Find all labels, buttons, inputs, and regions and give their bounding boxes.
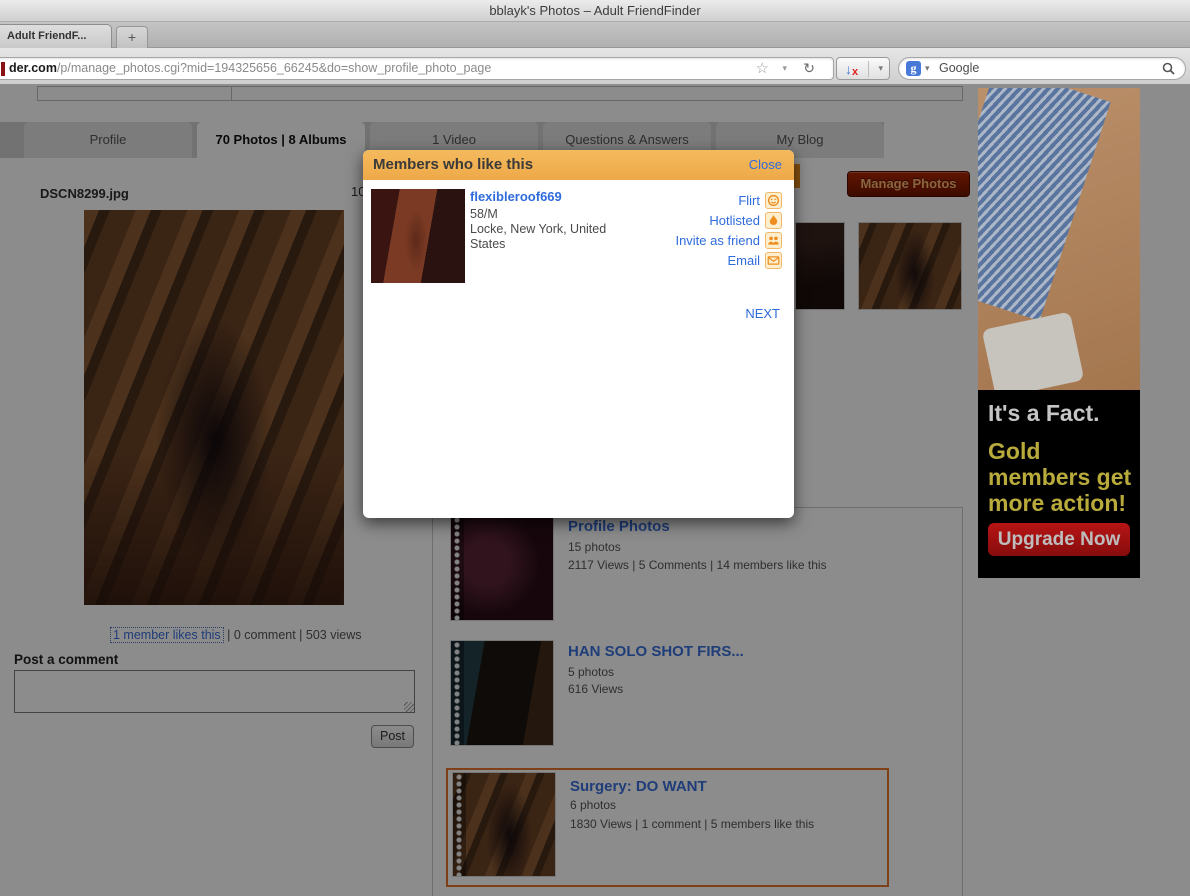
modal-backdrop (1140, 85, 1190, 896)
window-titlebar: bblayk's Photos – Adult FriendFinder (0, 0, 1190, 22)
flirt-action[interactable]: Flirt (675, 190, 782, 210)
search-input[interactable]: g ▾ Google (898, 57, 1186, 80)
search-magnifier-icon[interactable] (1162, 62, 1175, 75)
new-tab-button[interactable]: + (116, 26, 148, 48)
site-favicon-icon (1, 62, 5, 76)
plus-icon: + (128, 29, 136, 45)
download-blocked-x-icon: x (852, 65, 858, 79)
invite-as-friend-link[interactable]: Invite as friend (675, 233, 760, 248)
email-action[interactable]: Email (675, 250, 782, 270)
download-arrow-icon: ↓ (845, 59, 852, 79)
member-photo[interactable] (371, 189, 465, 283)
download-dropdown-icon[interactable]: ▾ (878, 58, 883, 79)
next-link[interactable]: NEXT (745, 306, 780, 321)
invite-friend-action[interactable]: Invite as friend (675, 230, 782, 250)
bookmark-star-icon[interactable]: ☆ (756, 58, 769, 79)
envelope-icon[interactable] (765, 252, 782, 269)
member-actions: Flirt Hotlisted Invite as friend Email (675, 190, 782, 270)
reload-icon[interactable]: ↻ (803, 58, 815, 79)
modal-backdrop (978, 578, 1140, 896)
member-username-link[interactable]: flexibleroof669 (470, 189, 620, 204)
browser-tab[interactable]: Adult FriendF... (0, 24, 112, 48)
hotlist-action[interactable]: Hotlisted (675, 210, 782, 230)
modal-title: Members who like this (373, 150, 533, 180)
window-title: bblayk's Photos – Adult FriendFinder (489, 3, 700, 18)
download-button[interactable]: ↓ x ▾ (836, 57, 890, 80)
divider (868, 61, 869, 77)
search-engine-dropdown-icon[interactable]: ▾ (925, 58, 930, 79)
browser-tab-title: Adult FriendF... (7, 30, 86, 42)
url-path: /p/manage_photos.cgi?mid=194325656_66245… (57, 61, 491, 75)
url-bar[interactable]: der.com/p/manage_photos.cgi?mid=19432565… (0, 57, 834, 80)
flirt-link[interactable]: Flirt (738, 193, 760, 208)
modal-header: Members who like this Close (363, 150, 794, 180)
close-link[interactable]: Close (749, 150, 782, 180)
members-who-like-this-modal: Members who like this Close flexibleroof… (363, 150, 794, 518)
browser-tab-bar: Adult FriendF... + (0, 22, 1190, 48)
nav-toolbar: der.com/p/manage_photos.cgi?mid=19432565… (0, 48, 1190, 85)
member-age-sex: 58/M (470, 207, 620, 222)
modal-backdrop (978, 88, 1140, 578)
friends-icon[interactable] (765, 232, 782, 249)
screen: bblayk's Photos – Adult FriendFinder Adu… (0, 0, 1190, 896)
url-dropdown-icon[interactable]: ▾ (782, 58, 787, 79)
member-location: Locke, New York, United States (470, 222, 620, 252)
email-link[interactable]: Email (727, 253, 760, 268)
flame-icon[interactable] (765, 212, 782, 229)
google-logo-icon: g (906, 61, 921, 76)
search-placeholder: Google (939, 58, 979, 79)
hotlisted-link[interactable]: Hotlisted (709, 213, 760, 228)
flirt-smiley-icon[interactable] (765, 192, 782, 209)
member-info: flexibleroof669 58/M Locke, New York, Un… (470, 189, 620, 252)
url-domain: der.com (9, 61, 57, 75)
